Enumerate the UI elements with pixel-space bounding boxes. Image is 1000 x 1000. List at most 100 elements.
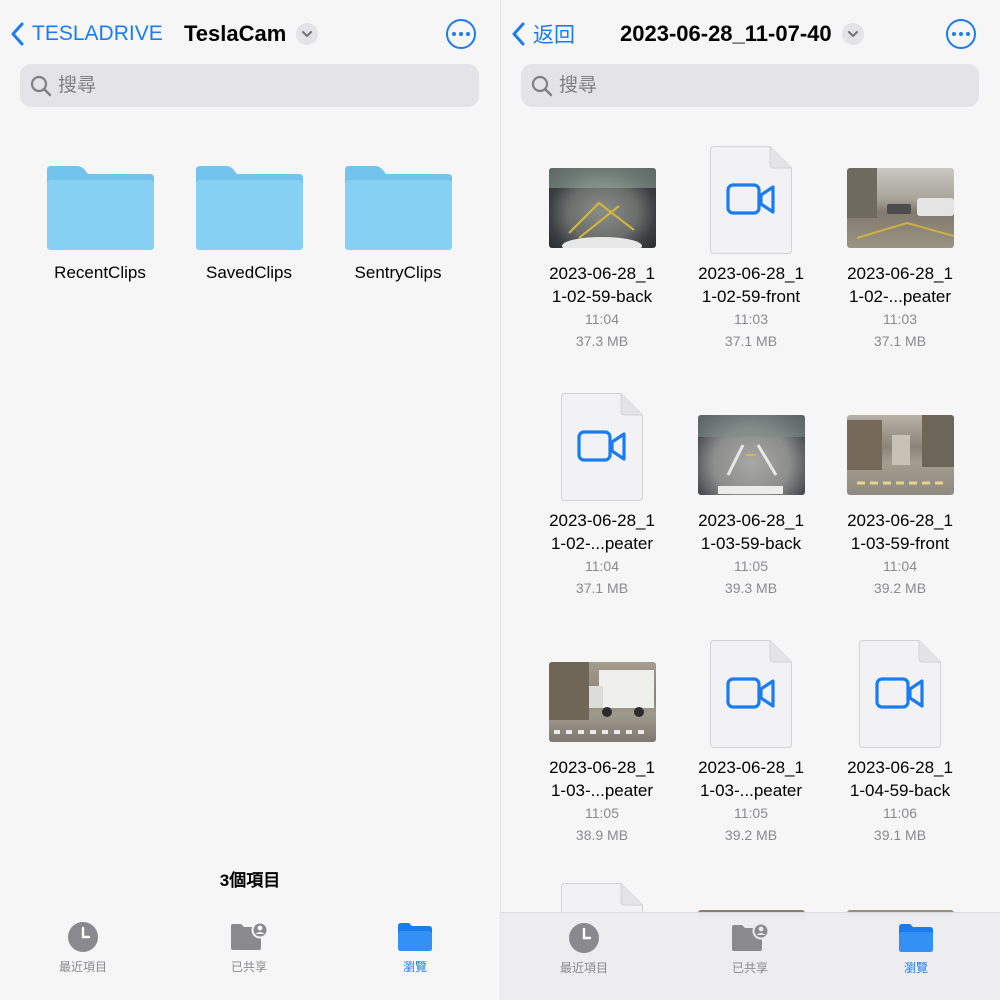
folder-icon [47,166,154,250]
left-pane: TESLADRIVE TeslaCam RecentClips SavedCli… [0,0,500,1000]
file-size: 37.3 MB [575,333,629,349]
tab-label: 已共享 [731,961,768,975]
video-thumbnail [548,168,656,248]
tab-shared[interactable]: 已共享 [199,920,299,975]
search-bar[interactable] [20,64,479,107]
chevron-down-icon [841,23,864,45]
chevron-left-icon [512,22,525,46]
page-title-text: TeslaCam [184,21,287,46]
video-thumbnail [697,415,805,495]
tab-label: 最近項目 [559,961,608,975]
folder-icon [899,924,933,952]
tab-label: 已共享 [230,960,267,974]
tab-label: 最近項目 [58,960,107,974]
clock-icon [569,923,599,953]
file-size: 39.2 MB [873,580,927,596]
chevron-left-icon [11,22,24,46]
tab-recents[interactable]: 最近項目 [534,921,634,976]
ellipsis-icon [452,32,456,36]
file-name: 2023-06-28_1 1-02-59-back [549,264,655,306]
back-button[interactable]: TESLADRIVE [10,14,163,54]
file-time: 11:06 [883,805,917,821]
file-item[interactable]: 2023-06-28_1 1-02-59-back 11:04 37.3 MB [527,142,677,352]
video-file-icon [561,883,643,913]
tab-browse[interactable]: 瀏覽 [866,921,966,976]
video-file-icon [710,640,792,748]
shared-folder-icon [732,923,770,951]
folder-item[interactable]: SentryClips [323,166,473,283]
file-name: 2023-06-28_1 1-03-...peater [549,758,655,800]
tab-recents[interactable]: 最近項目 [33,920,133,975]
file-size: 39.3 MB [724,580,778,596]
clock-icon [68,922,98,952]
shared-folder-icon [231,922,269,950]
video-thumbnail [846,168,954,248]
right-pane: 返回 2023-06-28_11-07-40 2023-06-28_11-02-… [500,0,1000,1000]
file-time: 11:05 [585,805,619,821]
tab-shared[interactable]: 已共享 [700,921,800,976]
file-item[interactable]: 2023-06-28_1 1-02-...peater 11:03 37.1 MB [825,142,975,352]
file-item[interactable]: 2023-06-28_1 1-03-59-back 11:05 39.3 MB [676,389,826,599]
file-item[interactable] [527,883,677,913]
file-name: 2023-06-28_1 1-03-59-back [698,511,804,553]
navigation-bar: TESLADRIVE TeslaCam [0,14,500,54]
file-size: 37.1 MB [873,333,927,349]
file-name: 2023-06-28_1 1-02-59-front [698,264,804,306]
file-size: 39.1 MB [873,827,927,843]
file-item[interactable]: 2023-06-28_1 1-03-59-front 11:04 39.2 MB [825,389,975,599]
folder-item[interactable]: RecentClips [25,166,175,283]
file-time: 11:04 [883,558,917,574]
more-options-button[interactable] [446,19,476,49]
file-name: 2023-06-28_1 1-02-...peater [549,511,655,553]
search-icon [531,75,553,96]
more-options-button[interactable] [946,19,976,49]
video-thumbnail [548,662,656,742]
file-time: 11:03 [734,311,768,327]
search-icon [30,75,52,96]
video-file-icon [561,393,643,501]
folder-label: RecentClips [54,263,146,282]
page-title[interactable]: TeslaCam [184,14,319,54]
file-size: 37.1 MB [575,580,629,596]
navigation-bar: 返回 2023-06-28_11-07-40 [501,14,1000,54]
file-time: 11:05 [734,805,768,821]
file-time: 11:05 [734,558,768,574]
search-input[interactable] [559,74,939,97]
file-size: 38.9 MB [575,827,629,843]
tab-bar: 最近項目 已共享 瀏覽 [501,912,1000,1000]
ellipsis-icon [952,32,956,36]
back-button-label: 返回 [533,24,575,47]
file-item[interactable]: 2023-06-28_1 1-02-59-front 11:03 37.1 MB [676,142,826,352]
back-button[interactable]: 返回 [511,14,575,54]
file-item[interactable]: 2023-06-28_1 1-04-59-back 11:06 39.1 MB [825,636,975,846]
search-bar[interactable] [521,64,979,107]
video-thumbnail [846,415,954,495]
file-time: 11:04 [585,311,619,327]
folder-label: SentryClips [354,263,442,282]
file-time: 11:03 [883,311,917,327]
back-button-label: TESLADRIVE [32,22,163,45]
tab-label: 瀏覽 [903,961,928,975]
file-item[interactable]: 2023-06-28_1 1-03-...peater 11:05 39.2 MB [676,636,826,846]
file-item[interactable]: 2023-06-28_1 1-03-...peater 11:05 38.9 MB [527,636,677,846]
tab-bar: 最近項目 已共享 瀏覽 [0,912,500,1000]
video-file-icon [859,640,941,748]
file-time: 11:04 [585,558,619,574]
folder-item[interactable]: SavedClips [174,166,324,283]
search-input[interactable] [58,74,438,97]
video-file-icon [710,146,792,254]
file-name: 2023-06-28_1 1-03-...peater [698,758,804,800]
folder-icon [345,166,452,250]
file-size: 37.1 MB [724,333,778,349]
file-name: 2023-06-28_1 1-02-...peater [847,264,953,306]
folder-label: SavedClips [206,263,292,282]
file-name: 2023-06-28_1 1-04-59-back [847,758,953,800]
file-name: 2023-06-28_1 1-03-59-front [847,511,953,553]
folder-icon [398,923,432,951]
folder-icon [196,166,303,250]
page-title[interactable]: 2023-06-28_11-07-40 [620,14,864,54]
file-item[interactable]: 2023-06-28_1 1-02-...peater 11:04 37.1 MB [527,389,677,599]
tab-browse[interactable]: 瀏覽 [365,920,465,975]
file-size: 39.2 MB [724,827,778,843]
item-count: 3個項目 [219,871,281,890]
